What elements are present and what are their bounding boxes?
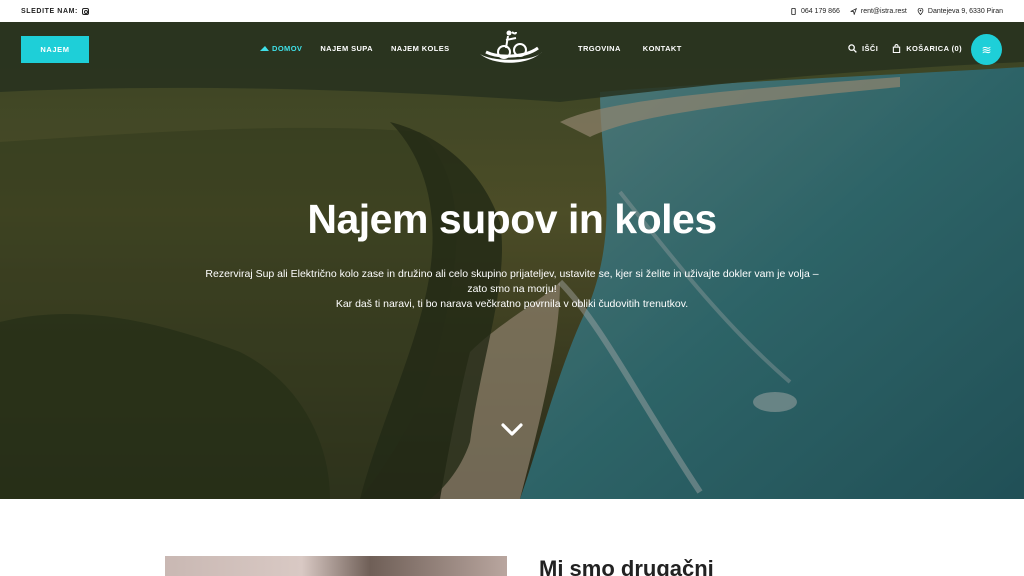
nav-menu-left: DOMOV NAJEM SUPA NAJEM KOLES — [260, 44, 450, 53]
main-navigation: NAJEM DOMOV NAJEM SUPA NAJEM KOLES TRGOV… — [0, 22, 1024, 78]
nav-item-home[interactable]: DOMOV — [260, 44, 302, 53]
phone-contact[interactable]: 064 179 866 — [790, 7, 840, 15]
email-address: rent@istra.rest — [860, 7, 907, 15]
menu-toggle-button[interactable]: ≋ — [971, 34, 1002, 65]
nav-item-shop[interactable]: TRGOVINA — [578, 44, 621, 53]
top-bar: SLEDITE NAM: 064 179 866 rent@istra.rest… — [0, 0, 1024, 22]
nav-tools: IŠČI KOŠARICA (0) — [848, 44, 962, 53]
send-icon — [850, 7, 857, 15]
scroll-down-chevron-icon[interactable] — [500, 422, 524, 438]
phone-icon — [791, 7, 796, 15]
shopping-bag-icon — [892, 44, 901, 53]
nav-item-sup-rental[interactable]: NAJEM SUPA — [320, 44, 373, 53]
instagram-icon[interactable] — [81, 7, 89, 15]
site-logo[interactable] — [476, 28, 546, 72]
email-contact[interactable]: rent@istra.rest — [850, 7, 907, 15]
nav-item-contact[interactable]: KONTAKT — [643, 44, 682, 53]
hero-subtitle: Rezerviraj Sup ali Električno kolo zase … — [190, 267, 834, 312]
search-button[interactable]: IŠČI — [848, 44, 878, 53]
hero-subtitle-line-3: Kar daš ti naravi, ti bo narava večkratn… — [335, 298, 689, 310]
nav-item-home-label: DOMOV — [272, 44, 303, 53]
cart-label: KOŠARICA (0) — [906, 44, 962, 53]
address: Dantejeva 9, 6330 Piran — [927, 7, 1003, 15]
search-label: IŠČI — [862, 44, 879, 53]
hero-title: Najem supov in koles — [307, 196, 717, 242]
follow-label: SLEDITE NAM: — [21, 7, 78, 15]
search-icon — [848, 44, 857, 53]
nav-menu-right: TRGOVINA KONTAKT — [578, 44, 682, 53]
sup-board-icon — [260, 45, 269, 51]
rent-cta-button[interactable]: NAJEM — [21, 36, 89, 63]
cart-button[interactable]: KOŠARICA (0) — [892, 44, 962, 53]
about-section — [0, 499, 1024, 576]
hero-subtitle-line-2: zato smo na morju! — [467, 283, 557, 295]
phone-number: 064 179 866 — [800, 7, 840, 15]
about-photo — [165, 556, 507, 576]
hero-subtitle-line-1: Rezerviraj Sup ali Električno kolo zase … — [205, 268, 819, 280]
address-contact[interactable]: Dantejeva 9, 6330 Piran — [917, 7, 1003, 15]
about-title: Mi smo drugačni — [539, 556, 714, 576]
location-pin-icon — [917, 7, 924, 15]
nav-item-bike-rental[interactable]: NAJEM KOLES — [391, 44, 450, 53]
waves-icon: ≋ — [981, 42, 992, 57]
follow-us: SLEDITE NAM: — [21, 7, 89, 15]
